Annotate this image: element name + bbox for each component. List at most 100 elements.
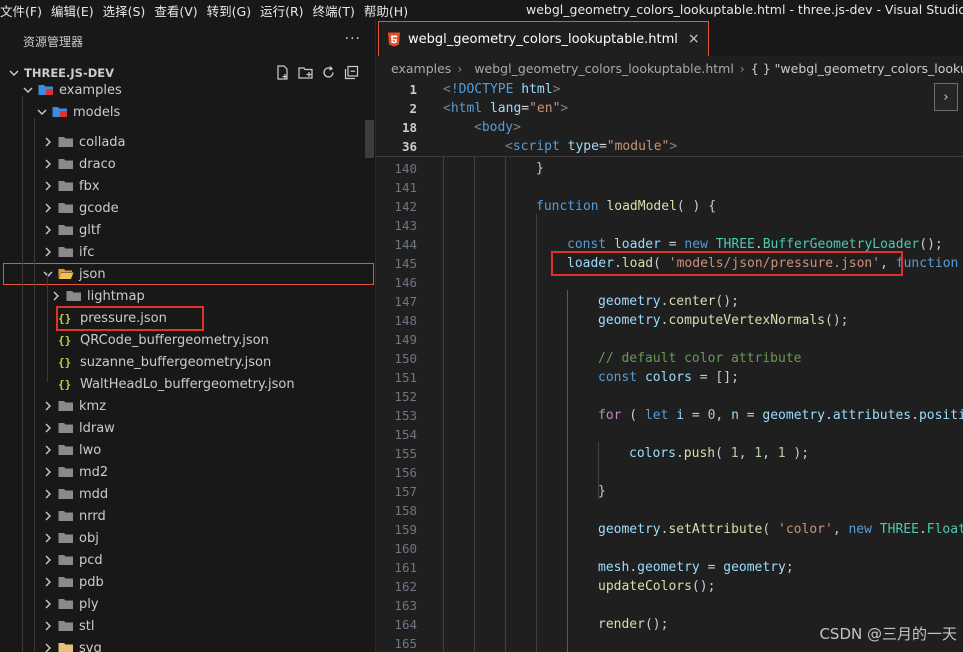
tree-item-ply[interactable]: ply: [0, 593, 374, 615]
code-line[interactable]: 162 updateColors();: [376, 577, 963, 596]
tree-item-waltheadlo-buffergeometry-json[interactable]: {} WaltHeadLo_buffergeometry.json: [0, 373, 374, 395]
tree-item-mdd[interactable]: mdd: [0, 483, 374, 505]
line-number: 149: [394, 332, 417, 347]
menu-help[interactable]: 帮助(H): [364, 1, 417, 20]
tree-item-nrrd[interactable]: nrrd: [0, 505, 374, 527]
code-line[interactable]: 143: [376, 216, 963, 235]
menu-terminal[interactable]: 终端(T): [313, 1, 364, 20]
tree-item-gltf[interactable]: gltf: [0, 219, 374, 241]
tree-item-md2[interactable]: md2: [0, 461, 374, 483]
more-actions-icon[interactable]: ···: [345, 31, 361, 47]
tree-indent-guide: [47, 272, 48, 382]
tree-item-label: pcd: [79, 552, 103, 568]
highlight-box-pressure-json: [56, 306, 204, 331]
selected-folder-outline: [3, 263, 374, 285]
code-line[interactable]: 151 const colors = [];: [376, 368, 963, 387]
tree-item-pdb[interactable]: pdb: [0, 571, 374, 593]
close-icon[interactable]: ×: [688, 31, 700, 47]
code-text: mesh.geometry = geometry;: [598, 560, 794, 575]
code-line[interactable]: 149: [376, 330, 963, 349]
menu-edit[interactable]: 编辑(E): [51, 1, 103, 20]
code-line[interactable]: 159 geometry.setAttribute( 'color', new T…: [376, 520, 963, 539]
tab-active-file[interactable]: webgl_geometry_colors_lookuptable.html ×: [378, 21, 709, 56]
sticky-scroll-divider: [376, 156, 963, 157]
tree-item-label: obj: [79, 530, 99, 546]
tree-item-label: pdb: [79, 574, 104, 590]
folder-icon: [58, 554, 74, 566]
code-text: render();: [598, 617, 669, 632]
menu-file[interactable]: 文件(F): [0, 1, 51, 20]
line-number: 150: [394, 351, 417, 366]
sidebar-scrollbar[interactable]: [365, 120, 374, 158]
menu-view[interactable]: 查看(V): [154, 1, 206, 20]
code-line[interactable]: 161 mesh.geometry = geometry;: [376, 558, 963, 577]
code-line[interactable]: 152: [376, 387, 963, 406]
code-line[interactable]: 156: [376, 463, 963, 482]
chevron-right-icon: [40, 640, 56, 652]
code-line[interactable]: 153 for ( let i = 0, n = geometry.attribu…: [376, 406, 963, 425]
folder-open-icon: [38, 84, 54, 96]
code-line[interactable]: 140}: [376, 159, 963, 178]
tree-item-label: suzanne_buffergeometry.json: [80, 354, 272, 370]
line-number: 159: [394, 522, 417, 537]
tree-item-draco[interactable]: draco: [0, 153, 374, 175]
code-line[interactable]: 158: [376, 501, 963, 520]
line-number: 156: [394, 465, 417, 480]
new-folder-icon[interactable]: [298, 65, 313, 80]
code-line[interactable]: 150 // default color attribute: [376, 349, 963, 368]
tree-item-fbx[interactable]: fbx: [0, 175, 374, 197]
tree-item-lwo[interactable]: lwo: [0, 439, 374, 461]
tree-item-kmz[interactable]: kmz: [0, 395, 374, 417]
tree-item-label: lightmap: [87, 288, 145, 304]
tree-item-ldraw[interactable]: ldraw: [0, 417, 374, 439]
line-number: 148: [394, 313, 417, 328]
code-line[interactable]: 148 geometry.computeVertexNormals();: [376, 311, 963, 330]
code-text: const loader = new THREE.BufferGeometryL…: [567, 237, 943, 252]
code-line[interactable]: 154: [376, 425, 963, 444]
folder-icon: [58, 466, 74, 478]
code-view[interactable]: 1 <!DOCTYPE html> 2 <html lang="en"> 18 …: [376, 80, 963, 652]
collapse-all-icon[interactable]: [344, 65, 359, 80]
chevron-right-icon: [40, 200, 56, 216]
code-line[interactable]: 155 colors.push( 1, 1, 1 );: [376, 444, 963, 463]
new-file-icon[interactable]: [275, 65, 290, 80]
tree-item-examples[interactable]: examples: [0, 79, 374, 101]
code-line[interactable]: 147 geometry.center();: [376, 292, 963, 311]
line-number: 153: [394, 408, 417, 423]
explorer-actions: [275, 65, 359, 80]
folder-icon: [58, 180, 74, 192]
sticky-line[interactable]: 36 <script type="module">: [376, 137, 963, 156]
tree-item-collada[interactable]: collada: [0, 131, 374, 153]
breadcrumb-examples[interactable]: examples: [391, 61, 451, 76]
tree-item-qrcode-buffergeometry-json[interactable]: {} QRCode_buffergeometry.json: [0, 329, 374, 351]
refresh-icon[interactable]: [321, 65, 336, 80]
line-number: 157: [394, 484, 417, 499]
chevron-right-icon: [40, 618, 56, 634]
tree-item-pcd[interactable]: pcd: [0, 549, 374, 571]
sticky-line[interactable]: 18 <body>: [376, 118, 963, 137]
code-line[interactable]: 163: [376, 596, 963, 615]
tree-item-gcode[interactable]: gcode: [0, 197, 374, 219]
sticky-line[interactable]: 2 <html lang="en">: [376, 99, 963, 118]
sticky-line[interactable]: 1 <!DOCTYPE html>: [376, 80, 963, 99]
tree-item-svg[interactable]: svg: [0, 637, 374, 652]
tree-item-stl[interactable]: stl: [0, 615, 374, 637]
chevron-right-icon: [40, 508, 56, 524]
editor-area: webgl_geometry_colors_lookuptable.html ×…: [376, 20, 963, 652]
code-line[interactable]: 160: [376, 539, 963, 558]
tree-item-ifc[interactable]: ifc: [0, 241, 374, 263]
folder-icon: [58, 202, 74, 214]
tree-item-lightmap[interactable]: lightmap: [0, 285, 374, 307]
tree-item-label: QRCode_buffergeometry.json: [80, 332, 269, 348]
menu-run[interactable]: 运行(R): [260, 1, 312, 20]
tree-item-obj[interactable]: obj: [0, 527, 374, 549]
code-line[interactable]: 142 function loadModel( ) {: [376, 197, 963, 216]
code-line[interactable]: 141: [376, 178, 963, 197]
code-line[interactable]: 157}: [376, 482, 963, 501]
breadcrumb-file[interactable]: webgl_geometry_colors_lookuptable.html: [474, 61, 733, 76]
tree-item-suzanne-buffergeometry-json[interactable]: {} suzanne_buffergeometry.json: [0, 351, 374, 373]
menu-go[interactable]: 转到(G): [207, 1, 260, 20]
menu-selection[interactable]: 选择(S): [103, 1, 155, 20]
breadcrumb-symbol[interactable]: { } "webgl_geometry_colors_lookuptable: [751, 61, 963, 76]
chevron-right-icon: ›: [739, 60, 745, 76]
